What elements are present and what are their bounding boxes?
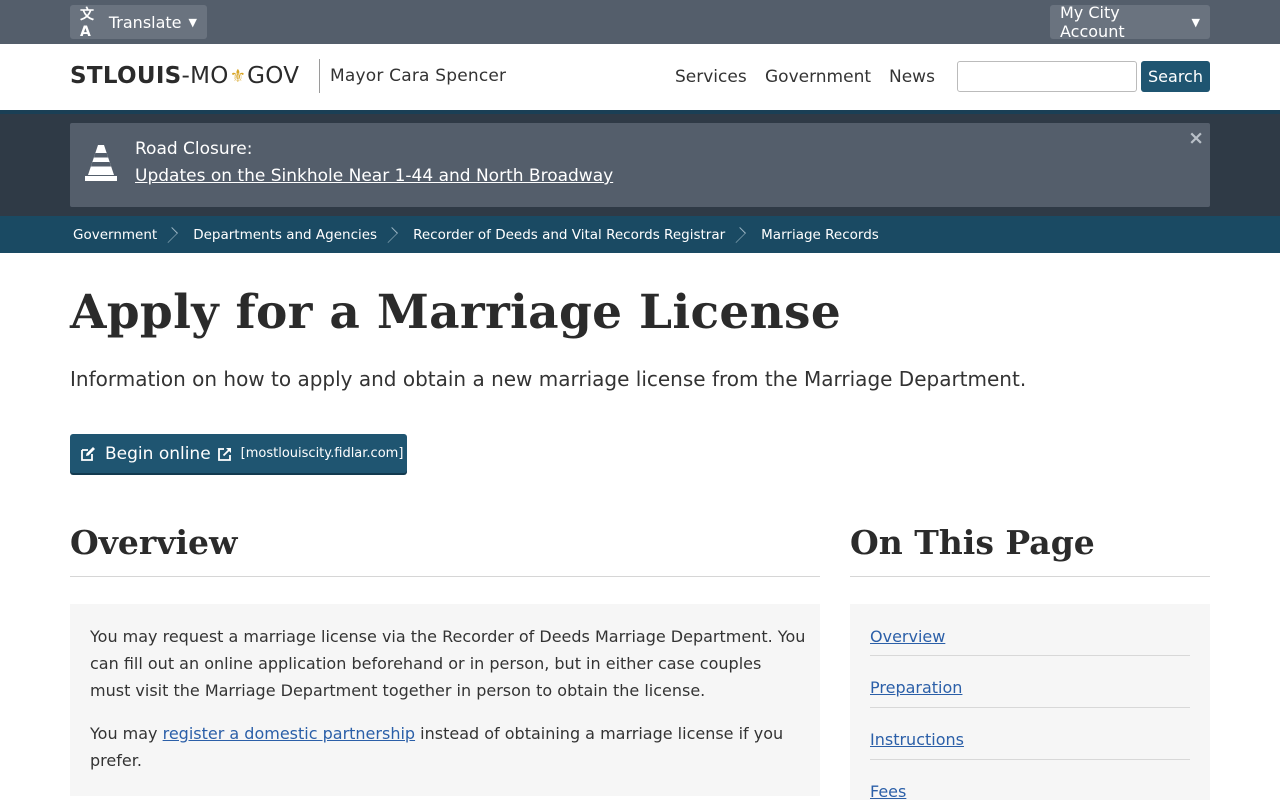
register-domestic-partnership-link[interactable]: register a domestic partnership (163, 724, 415, 743)
search-input[interactable] (957, 61, 1137, 92)
translate-label: Translate (108, 12, 182, 32)
logo-text-mo: -MO (181, 63, 229, 89)
fleur-de-lis-icon: ⚜ (229, 65, 247, 87)
chevron-right-icon (387, 224, 399, 246)
utility-bar: 文A Translate ▼ My City Account ▼ (0, 0, 1280, 44)
toc-item: Fees (870, 760, 1190, 800)
traffic-cone-icon (85, 145, 117, 181)
toc-link-preparation[interactable]: Preparation (870, 678, 962, 697)
close-icon[interactable]: × (1188, 127, 1204, 149)
chevron-right-icon (735, 224, 747, 246)
translate-icon: 文A (80, 7, 94, 40)
logo-text-gov: GOV (247, 63, 300, 89)
nav-news[interactable]: News (889, 67, 935, 87)
toc-link-instructions[interactable]: Instructions (870, 730, 964, 749)
nav-services[interactable]: Services (675, 67, 747, 87)
my-city-account-button[interactable]: My City Account ▼ (1050, 3, 1210, 41)
overview-heading: Overview (70, 523, 238, 562)
mayor-name: Mayor Cara Spencer (330, 66, 507, 86)
begin-online-domain: [mostlouiscity.fidlar.com] (240, 446, 404, 461)
breadcrumb-departments[interactable]: Departments and Agencies (193, 227, 377, 243)
logo-text-stlouis: STLOUIS (70, 63, 182, 89)
translate-button[interactable]: 文A Translate ▼ (70, 5, 207, 40)
breadcrumb: Government Departments and Agencies Reco… (0, 216, 1280, 253)
road-closure-alert: Road Closure: Updates on the Sinkhole Ne… (70, 123, 1210, 207)
breadcrumb-marriage-records[interactable]: Marriage Records (761, 227, 879, 243)
toc-item: Instructions (870, 708, 1190, 760)
on-this-page-heading: On This Page (850, 523, 1095, 562)
page-subtitle: Information on how to apply and obtain a… (70, 367, 1027, 391)
begin-online-button[interactable]: Begin online [mostlouiscity.fidlar.com] (70, 434, 407, 473)
page-title: Apply for a Marriage License (70, 285, 842, 340)
para2-text-before: You may (90, 724, 163, 743)
search-button[interactable]: Search (1141, 61, 1210, 92)
breadcrumb-government[interactable]: Government (73, 227, 157, 243)
alert-band: Road Closure: Updates on the Sinkhole Ne… (0, 110, 1280, 216)
header-divider (319, 59, 320, 93)
account-label: My City Account (1060, 3, 1125, 41)
chevron-right-icon (167, 224, 179, 246)
site-header: STLOUIS -MO ⚜ GOV Mayor Cara Spencer Ser… (0, 44, 1280, 110)
alert-link[interactable]: Updates on the Sinkhole Near 1-44 and No… (135, 166, 613, 186)
overview-paragraph-1: You may request a marriage license via t… (90, 627, 806, 700)
external-link-icon (217, 447, 231, 461)
toc-item: Preparation (870, 656, 1190, 708)
site-logo[interactable]: STLOUIS -MO ⚜ GOV (70, 63, 299, 89)
edit-icon (81, 446, 95, 461)
caret-down-icon: ▼ (1191, 15, 1200, 29)
toc-link-fees[interactable]: Fees (870, 782, 906, 800)
caret-down-icon: ▼ (188, 15, 197, 29)
overview-paragraph-2: You may register a domestic partnership … (90, 720, 806, 774)
begin-online-label: Begin online (105, 443, 211, 464)
overview-divider (70, 576, 820, 577)
breadcrumb-recorder-of-deeds[interactable]: Recorder of Deeds and Vital Records Regi… (413, 227, 725, 243)
alert-title: Road Closure: (135, 139, 253, 159)
toc-divider (850, 576, 1210, 577)
on-this-page-panel: Overview Preparation Instructions Fees (850, 604, 1210, 800)
toc-item: Overview (870, 604, 1190, 656)
overview-panel: You may request a marriage license via t… (70, 604, 820, 796)
toc-link-overview[interactable]: Overview (870, 627, 945, 646)
nav-government[interactable]: Government (765, 67, 871, 87)
